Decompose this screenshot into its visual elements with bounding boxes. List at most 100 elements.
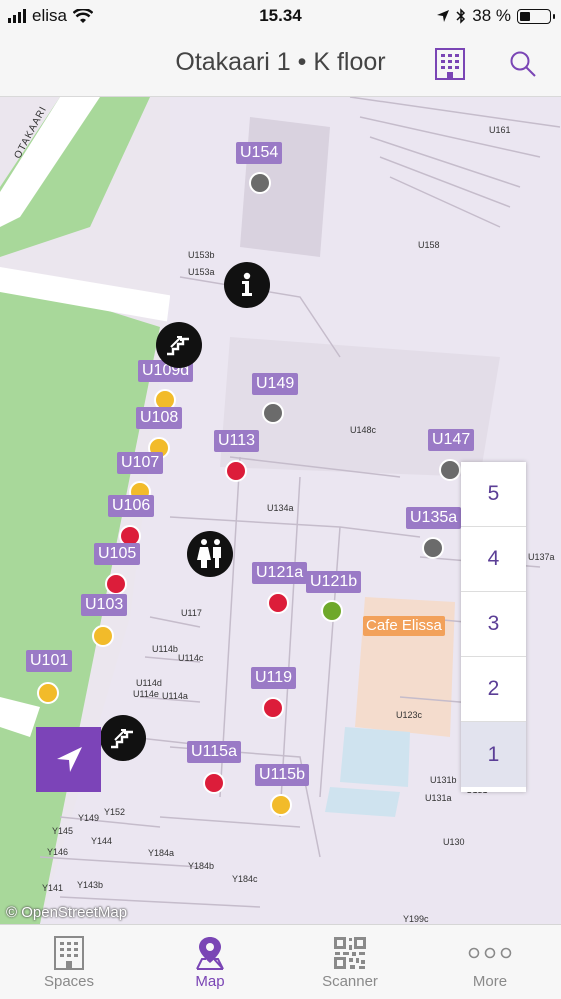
building-grid-icon xyxy=(435,48,465,80)
floor-button-2[interactable]: 2 xyxy=(461,657,526,722)
search-button[interactable] xyxy=(503,44,543,84)
status-right: 38 % xyxy=(436,6,555,26)
room-label: U153a xyxy=(188,267,215,277)
availability-dot-u135a[interactable] xyxy=(422,537,444,559)
room-label: U131a xyxy=(425,793,452,803)
room-label: Y143b xyxy=(77,880,104,890)
space-label-u105[interactable]: U105 xyxy=(94,543,141,565)
stairs-icon xyxy=(111,729,133,749)
room-label: U148c xyxy=(350,425,377,435)
room-label: U117 xyxy=(181,608,202,618)
map-attribution[interactable]: © OpenStreetMap xyxy=(6,904,127,921)
navigation-arrow-icon xyxy=(56,746,82,772)
room-label: U153b xyxy=(188,250,215,260)
space-label-u147[interactable]: U147 xyxy=(428,429,475,451)
room-label: U114b xyxy=(152,644,178,654)
space-label-u108[interactable]: U108 xyxy=(136,407,183,429)
qr-code-icon xyxy=(334,937,366,969)
space-label-u149[interactable]: U149 xyxy=(252,373,299,395)
stairs-poi[interactable] xyxy=(100,715,146,761)
location-arrow-icon xyxy=(437,10,450,22)
room-label: U158 xyxy=(418,240,440,250)
room-label: Y152 xyxy=(104,807,126,817)
stairs-poi[interactable] xyxy=(156,322,202,368)
room-label: Y199c xyxy=(403,914,429,924)
space-label-u113[interactable]: U113 xyxy=(214,430,260,452)
search-icon xyxy=(510,51,536,77)
tab-label: Map xyxy=(195,973,225,990)
space-label-u103[interactable]: U103 xyxy=(81,594,128,616)
availability-dot-u115b[interactable] xyxy=(270,794,292,816)
tab-scanner[interactable]: Scanner xyxy=(290,933,410,990)
room-label: U161 xyxy=(489,125,511,135)
room-label: U114e xyxy=(133,689,159,699)
availability-dot-u103[interactable] xyxy=(92,625,114,647)
building-selector-button[interactable] xyxy=(430,44,470,84)
room-label: Y145 xyxy=(52,826,74,836)
status-bar: elisa 15.34 38 % xyxy=(0,0,561,32)
availability-dot-u149[interactable] xyxy=(262,402,284,424)
tab-bar: Spaces Map Scanner More xyxy=(0,924,561,999)
room-label: U114a xyxy=(162,691,188,701)
floor-button-1[interactable]: 1 xyxy=(461,722,526,787)
space-label-u115a[interactable]: U115a xyxy=(187,741,241,763)
locate-me-button[interactable] xyxy=(36,727,101,792)
restroom-icon xyxy=(197,539,221,568)
page-title: Otakaari 1 • K floor xyxy=(175,48,386,76)
info-icon xyxy=(242,272,252,296)
map-pin-icon xyxy=(196,937,224,970)
space-label-u121a[interactable]: U121a xyxy=(252,562,308,584)
tab-label: More xyxy=(472,973,508,990)
floor-selector: 5 4 3 2 1 xyxy=(461,462,526,792)
room-label: Y141 xyxy=(42,883,64,893)
availability-dot-u113[interactable] xyxy=(225,460,247,482)
floor-button-5[interactable]: 5 xyxy=(461,462,526,527)
room-label: Y146 xyxy=(47,847,69,857)
space-label-u119[interactable]: U119 xyxy=(251,667,297,689)
room-label: U131b xyxy=(430,775,457,785)
tab-spaces[interactable]: Spaces xyxy=(9,933,129,990)
room-label: U123c xyxy=(396,710,423,720)
availability-dot-u115a[interactable] xyxy=(203,772,225,794)
room-label: Y144 xyxy=(91,836,113,846)
room-label: U130 xyxy=(443,837,465,847)
navigation-header: Otakaari 1 • K floor xyxy=(0,32,561,97)
room-label: U137a xyxy=(528,552,555,562)
room-label: Y184c xyxy=(232,874,258,884)
cafe-label[interactable]: Cafe Elissa xyxy=(363,616,445,636)
availability-dot-u105[interactable] xyxy=(105,573,127,595)
more-dots-icon xyxy=(468,947,512,959)
availability-dot-u147[interactable] xyxy=(439,459,461,481)
room-label: U114d xyxy=(136,678,162,688)
restroom-poi[interactable] xyxy=(187,531,233,577)
space-label-u154[interactable]: U154 xyxy=(236,142,283,164)
space-label-u115b[interactable]: U115b xyxy=(255,764,309,786)
room-label: U134a xyxy=(267,503,294,513)
availability-dot-u119[interactable] xyxy=(262,697,284,719)
room-label: Y149 xyxy=(78,813,100,823)
space-label-u106[interactable]: U106 xyxy=(108,495,155,517)
tab-label: Spaces xyxy=(43,973,95,990)
room-label: Y184b xyxy=(188,861,215,871)
room-label: Y184a xyxy=(148,848,175,858)
building-icon xyxy=(54,936,84,970)
tab-label: Scanner xyxy=(322,973,378,990)
battery-percent: 38 % xyxy=(472,6,511,25)
bluetooth-icon xyxy=(456,8,466,24)
floor-button-4[interactable]: 4 xyxy=(461,527,526,592)
battery-icon xyxy=(517,8,555,24)
availability-dot-u121a[interactable] xyxy=(267,592,289,614)
room-label: U114c xyxy=(178,653,204,663)
floor-button-3[interactable]: 3 xyxy=(461,592,526,657)
tab-map[interactable]: Map xyxy=(150,933,270,990)
space-label-u121b[interactable]: U121b xyxy=(306,571,362,593)
availability-dot-u154[interactable] xyxy=(249,172,271,194)
space-label-u101[interactable]: U101 xyxy=(26,650,73,672)
tab-more[interactable]: More xyxy=(430,933,550,990)
space-label-u135a[interactable]: U135a xyxy=(406,507,462,529)
space-label-u107[interactable]: U107 xyxy=(117,452,164,474)
stairs-icon xyxy=(167,336,189,356)
info-poi[interactable] xyxy=(224,262,270,308)
availability-dot-u101[interactable] xyxy=(37,682,59,704)
availability-dot-u121b[interactable] xyxy=(321,600,343,622)
